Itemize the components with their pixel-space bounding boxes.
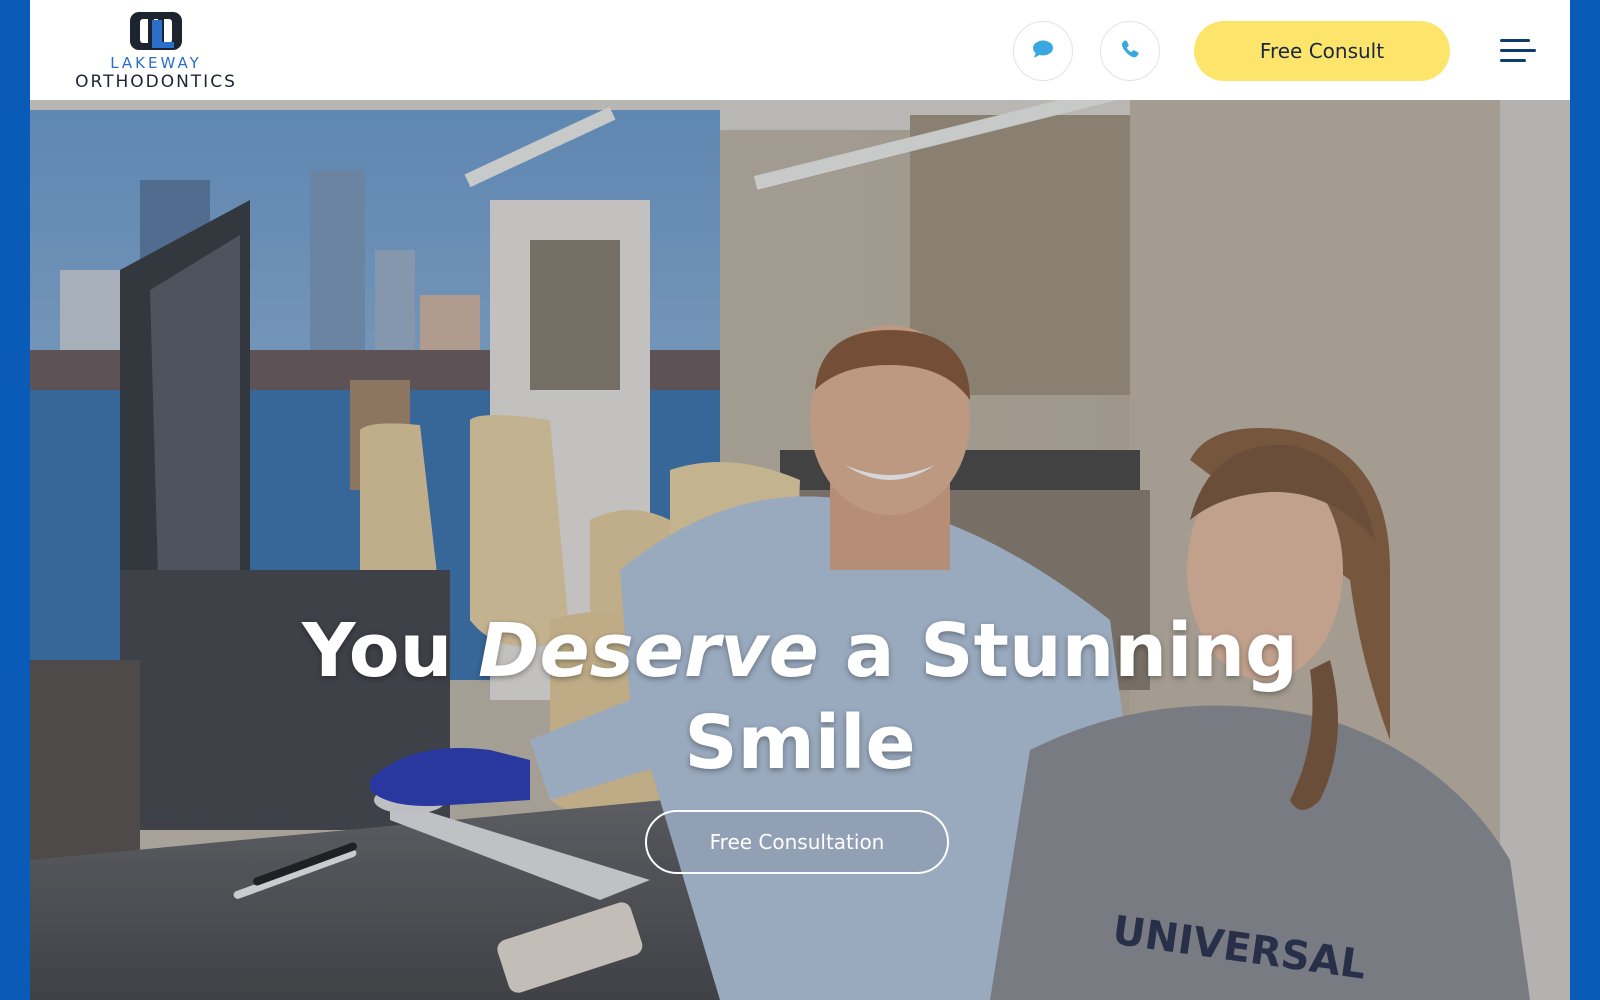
phone-button[interactable] [1100,21,1160,81]
hero-title-deserve: Deserve [478,608,819,694]
menu-line [1500,39,1530,42]
site-header: LAKEWAY ORTHODONTICS Free Consult [30,0,1570,100]
hero-section: UNIVERSAL You Deserve a Stunning Smile F… [30,100,1570,1000]
page-frame: LAKEWAY ORTHODONTICS Free Consult UNIVER… [30,0,1570,1000]
lakeway-logo-mark-icon [128,10,184,52]
logo-text-lakeway: LAKEWAY [110,54,202,72]
hero-title-smile: Smile [684,700,916,786]
logo-text-orthodontics: ORTHODONTICS [75,72,237,92]
hero-title: You Deserve a Stunning Smile [30,605,1570,789]
chat-button[interactable] [1013,21,1073,81]
phone-icon [1120,39,1140,63]
menu-line [1500,59,1526,62]
hero-title-stunning: a Stunning [844,608,1299,694]
free-consult-button[interactable]: Free Consult [1194,21,1450,81]
free-consultation-button[interactable]: Free Consultation [645,810,949,874]
hamburger-menu-icon[interactable] [1500,37,1538,65]
site-logo[interactable]: LAKEWAY ORTHODONTICS [66,10,246,92]
menu-line [1500,49,1536,52]
hero-title-you: You [301,608,453,694]
chat-bubble-icon [1032,39,1054,63]
